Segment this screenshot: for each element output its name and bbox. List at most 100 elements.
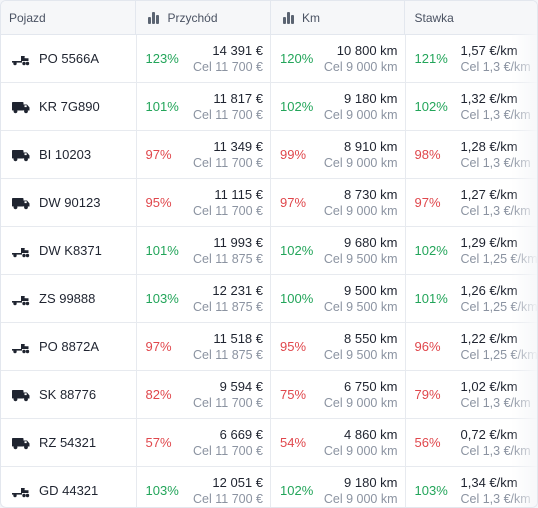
revenue-value: 11 349 € [213,139,263,154]
rate-percent: 101% [414,291,448,306]
box-truck-icon [11,388,31,402]
column-header-rate-label: Stawka [414,10,454,25]
tractor-unit-icon [11,340,31,354]
revenue-cell: 103% 12 051 € Cel 11 700 € [137,467,271,507]
rate-cell: 96% 1,22 €/km Cel 1,25 €/km [406,323,538,370]
column-header-revenue[interactable]: Przychód [136,1,271,34]
table-row-4[interactable]: DW 90123 95% 11 115 € Cel 11 700 € 97% 8… [1,179,537,227]
vehicle-plate: KR 7G890 [39,99,100,114]
table-row-9[interactable]: RZ 54321 57% 6 669 € Cel 11 700 € 54% 4 … [1,419,537,467]
km-goal: Cel 9 000 km [323,396,398,410]
rate-value: 1,26 €/km [460,283,518,298]
table-row-10[interactable]: GD 44321 103% 12 051 € Cel 11 700 € 102%… [1,467,538,507]
column-header-rate[interactable]: Stawka [405,1,537,34]
rate-value: 1,32 €/km [460,91,518,106]
revenue-cell: 82% 9 594 € Cel 11 700 € [137,371,271,418]
table-row-6[interactable]: ZS 99888 103% 12 231 € Cel 11 875 € 100%… [1,275,537,323]
revenue-percent: 82% [145,387,172,402]
revenue-value: 9 594 € [219,379,263,394]
revenue-cell: 97% 11 518 € Cel 11 875 € [137,323,271,370]
km-value: 8 910 km [344,139,398,154]
rate-cell: 79% 1,02 €/km Cel 1,3 €/km [406,371,538,418]
rate-value: 1,29 €/km [460,235,518,250]
km-goal: Cel 9 500 km [323,348,398,362]
revenue-cell: 57% 6 669 € Cel 11 700 € [137,419,271,466]
rate-value: 1,34 €/km [460,475,518,490]
column-header-km[interactable]: Km [271,1,406,34]
revenue-percent: 123% [145,51,179,66]
km-goal: Cel 9 000 km [323,60,398,74]
rate-percent: 96% [414,339,441,354]
revenue-value: 6 669 € [219,427,263,442]
km-value: 9 680 km [344,235,398,250]
km-goal: Cel 9 000 km [323,492,398,506]
vehicle-plate: DW K8371 [39,243,102,258]
km-percent: 102% [280,243,314,258]
box-truck-icon [11,148,31,162]
km-goal: Cel 9 000 km [323,444,398,458]
revenue-cell: 123% 14 391 € Cel 11 700 € [137,35,271,82]
rate-percent: 102% [414,243,448,258]
revenue-goal: Cel 11 700 € [193,204,263,218]
km-cell: 99% 8 910 km Cel 9 000 km [271,131,406,178]
rate-cell: 103% 1,34 €/km Cel 1,3 €/km [406,467,538,507]
box-truck-icon [11,196,31,210]
km-goal: Cel 9 000 km [323,204,398,218]
revenue-cell: 101% 11 817 € Cel 11 700 € [137,83,271,130]
km-value: 9 180 km [344,91,398,106]
revenue-cell: 95% 11 115 € Cel 11 700 € [137,179,271,226]
vehicle-plate: SK 88776 [39,387,97,402]
vehicle-cell: PO 5566A [1,35,137,82]
box-truck-icon [11,100,31,114]
revenue-percent: 97% [145,147,172,162]
km-goal: Cel 9 500 km [323,252,398,266]
column-header-vehicle-label: Pojazd [9,10,46,25]
revenue-goal: Cel 11 700 € [193,156,263,170]
table-row-3[interactable]: BI 10203 97% 11 349 € Cel 11 700 € 99% 8… [1,131,537,179]
rate-value: 1,28 €/km [460,139,518,154]
revenue-percent: 103% [145,291,179,306]
km-value: 10 800 km [336,43,398,58]
revenue-goal: Cel 11 700 € [193,492,263,506]
rate-value: 1,22 €/km [460,331,518,346]
km-value: 9 500 km [344,283,398,298]
table-row-2[interactable]: KR 7G890 101% 11 817 € Cel 11 700 € 102%… [1,83,537,131]
vehicle-cell: KR 7G890 [1,83,137,130]
km-cell: 102% 9 180 km Cel 9 000 km [271,467,406,507]
revenue-cell: 103% 12 231 € Cel 11 875 € [137,275,271,322]
vehicle-cell: DW K8371 [1,227,137,274]
vehicle-plate: PO 8872A [39,339,99,354]
km-cell: 102% 9 180 km Cel 9 000 km [271,83,406,130]
rate-cell: 102% 1,32 €/km Cel 1,3 €/km [406,83,538,130]
rate-cell: 97% 1,27 €/km Cel 1,3 €/km [406,179,538,226]
revenue-value: 11 817 € [213,91,263,106]
km-percent: 75% [280,387,307,402]
revenue-value: 12 051 € [212,475,263,490]
vehicle-plate: PO 5566A [39,51,99,66]
revenue-percent: 101% [145,99,179,114]
table-row-1[interactable]: PO 5566A 123% 14 391 € Cel 11 700 € 120%… [1,35,537,83]
bar-chart-icon [148,11,160,24]
rate-goal: Cel 1,3 €/km [460,396,531,410]
km-cell: 120% 10 800 km Cel 9 000 km [271,35,406,82]
column-header-km-label: Km [301,10,320,25]
revenue-cell: 101% 11 993 € Cel 11 875 € [137,227,271,274]
km-cell: 95% 8 550 km Cel 9 500 km [271,323,406,370]
rate-cell: 102% 1,29 €/km Cel 1,25 €/km [406,227,538,274]
rate-percent: 97% [414,195,441,210]
rate-value: 1,57 €/km [460,43,518,58]
rate-goal: Cel 1,3 €/km [460,492,531,506]
vehicle-cell: GD 44321 [1,467,137,507]
rate-goal: Cel 1,25 €/km [460,300,538,314]
km-value: 8 730 km [344,187,398,202]
table-row-7[interactable]: PO 8872A 97% 11 518 € Cel 11 875 € 95% 8… [1,323,537,371]
rate-goal: Cel 1,3 €/km [460,444,531,458]
vehicle-cell: SK 88776 [1,371,137,418]
table-row-5[interactable]: DW K8371 101% 11 993 € Cel 11 875 € 102%… [1,227,537,275]
table-row-8[interactable]: SK 88776 82% 9 594 € Cel 11 700 € 75% 6 … [1,371,537,419]
revenue-value: 11 518 € [213,331,263,346]
tractor-unit-icon [11,484,31,498]
vehicle-plate: ZS 99888 [39,291,96,306]
km-goal: Cel 9 000 km [323,108,398,122]
column-header-vehicle[interactable]: Pojazd [1,1,137,34]
